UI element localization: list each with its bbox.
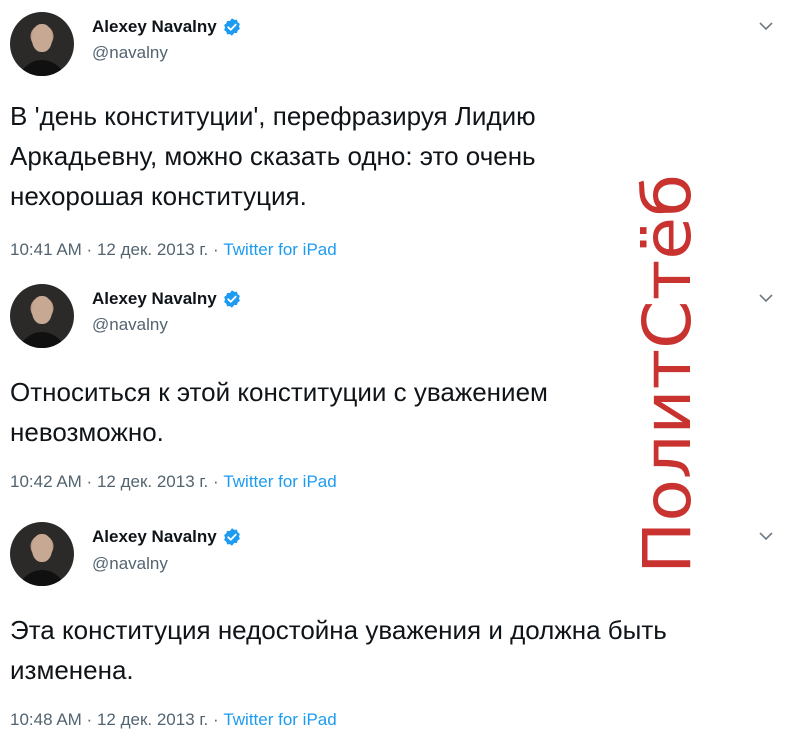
chevron-down-icon[interactable] [758,292,774,304]
tweet-meta: 10:48 AM · 12 дек. 2013 г. · Twitter for… [10,710,337,730]
watermark: ПолитСтёб [628,173,707,575]
tweet-text: Эта конституция недостойна уважения и до… [10,615,667,685]
author-handle[interactable]: @navalny [92,554,168,574]
tweet-date[interactable]: 12 дек. 2013 г. [97,240,208,259]
separator: · [81,240,97,259]
watermark-text: ПолитСтёб [629,174,706,574]
avatar[interactable] [10,12,74,76]
tweet-time[interactable]: 10:42 AM [10,472,82,491]
author-name[interactable]: Alexey Navalny [92,17,217,37]
avatar[interactable] [10,522,74,586]
tweet-date[interactable]: 12 дек. 2013 г. [97,710,208,729]
tweet-date[interactable]: 12 дек. 2013 г. [97,472,208,491]
verified-badge-icon [223,528,240,546]
tweet-time[interactable]: 10:41 AM [10,240,82,259]
author-handle[interactable]: @navalny [92,43,168,63]
separator: · [81,472,97,491]
avatar[interactable] [10,284,74,348]
tweet-meta: 10:42 AM · 12 дек. 2013 г. · Twitter for… [10,472,337,492]
separator: · [208,472,224,491]
separator: · [81,710,97,729]
tweet-text: В 'день конституции', перефразируя Лидию… [10,101,536,211]
verified-badge-icon [223,290,240,308]
separator: · [208,240,224,259]
chevron-down-icon[interactable] [758,530,774,542]
tweet-source[interactable]: Twitter for iPad [223,240,336,259]
tweet-time[interactable]: 10:48 AM [10,710,82,729]
separator: · [208,710,224,729]
verified-badge-icon [223,18,240,36]
chevron-down-icon[interactable] [758,20,774,32]
tweet-meta: 10:41 AM · 12 дек. 2013 г. · Twitter for… [10,240,337,260]
author-name[interactable]: Alexey Navalny [92,289,217,309]
author-handle[interactable]: @navalny [92,315,168,335]
author-name[interactable]: Alexey Navalny [92,527,217,547]
tweet-source[interactable]: Twitter for iPad [223,472,336,491]
tweet-source[interactable]: Twitter for iPad [223,710,336,729]
tweet-text: Относиться к этой конституции с уважение… [10,377,548,447]
